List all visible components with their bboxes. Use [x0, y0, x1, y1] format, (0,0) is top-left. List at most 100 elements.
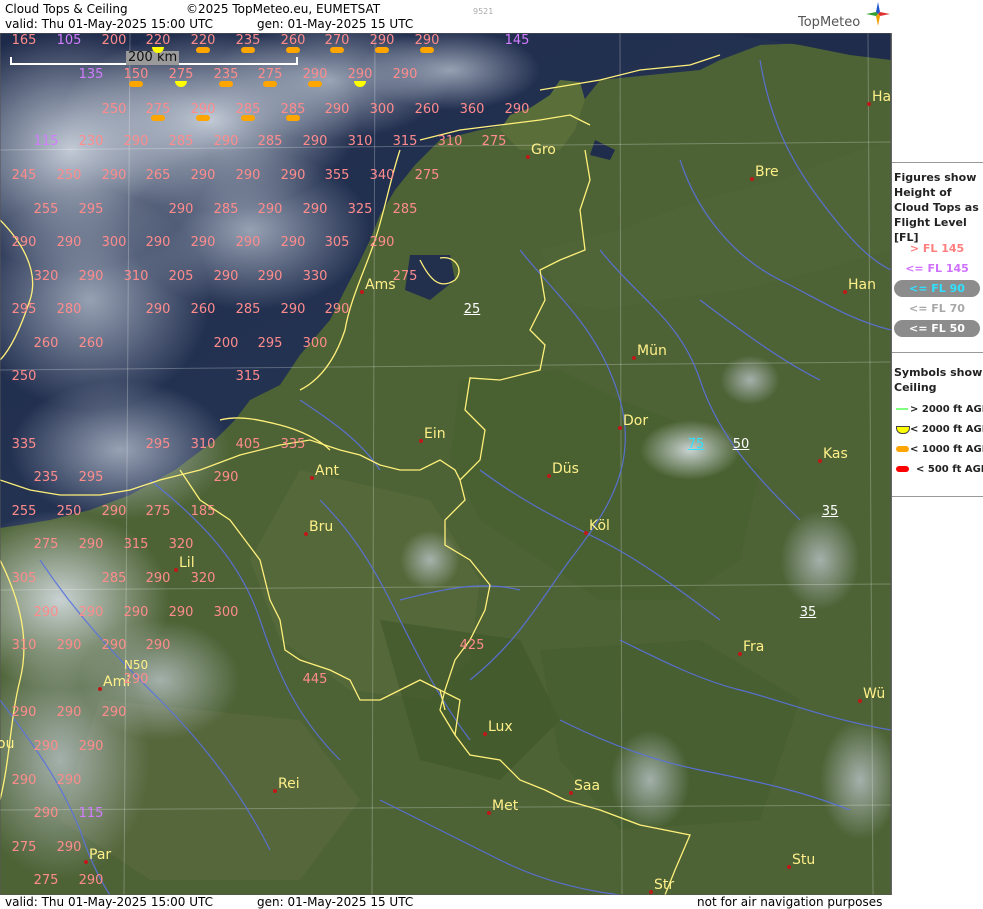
city-marker	[569, 791, 573, 795]
cloud-top-value: 290	[257, 202, 283, 217]
cloud-top-value: 290	[101, 638, 127, 653]
city-marker	[310, 476, 314, 480]
city-label: Str	[654, 877, 675, 893]
city-label: Lil	[179, 555, 195, 571]
satellite-map[interactable]: 200 km Gro Bre Ha Ams Han Mün Dor Ein Kas Ant Düs B…	[0, 33, 892, 895]
city-label: Gro	[531, 142, 556, 158]
cloud-top-value: 320	[33, 269, 59, 284]
cloud-top-value: 315	[123, 537, 149, 552]
cloud-top-value: 185	[190, 504, 216, 519]
city-label: Köl	[589, 518, 610, 534]
cloud-top-value: 285	[235, 302, 261, 317]
cloud-top-value: 290	[33, 605, 59, 620]
cloud-top-value: 290	[280, 168, 306, 183]
cloud-top-value: 290	[33, 739, 59, 754]
ceiling-above-2000ft-icon	[896, 408, 908, 410]
cloud-top-value: 275	[392, 269, 418, 284]
compass-logo-icon	[866, 2, 890, 26]
cloud-top-value: 300	[213, 605, 239, 620]
cloud-top-value: 295	[257, 336, 283, 351]
cloud-top-value: 405	[235, 437, 261, 452]
ceiling-legend-label: < 500 ft AGL	[916, 464, 983, 475]
cloud-top-value: 105	[56, 33, 82, 48]
cloud-top-value: 290	[11, 235, 37, 250]
city-label: Stu	[792, 852, 816, 868]
cloud-top-value: 290	[414, 33, 440, 48]
copyright: ©2025 TopMeteo.eu, EUMETSAT	[186, 2, 381, 16]
city-marker	[618, 426, 622, 430]
cloud-top-value: 220	[145, 33, 171, 48]
legend-panel: Figures show Height of Cloud Tops as Fli…	[892, 0, 983, 909]
city-marker	[273, 789, 277, 793]
cloud-top-value: 285	[280, 102, 306, 117]
city-marker	[547, 474, 551, 478]
cloud-top-value: 285	[257, 134, 283, 149]
city-marker	[487, 811, 491, 815]
cloud-top-value: 245	[11, 168, 37, 183]
cloud-top-value: 300	[369, 102, 395, 117]
scale-bar-label: 200 km	[126, 50, 180, 65]
cloud-top-value: 165	[11, 33, 37, 48]
image-code: 9521	[473, 7, 494, 16]
cloud-top-value: 290	[78, 269, 104, 284]
cloud-top-value: 290	[78, 739, 104, 754]
city-label: Saa	[574, 778, 601, 794]
cloud-top-value: 290	[123, 134, 149, 149]
cloud-top-value: 270	[324, 33, 350, 48]
cloud-top-value: 150	[123, 67, 149, 82]
city-marker	[84, 860, 88, 864]
map-title: Cloud Tops & Ceiling	[5, 2, 128, 16]
ceiling-below-2000ft-icon	[896, 426, 910, 434]
cloud-top-value: 275	[414, 168, 440, 183]
cloud-top-value: 200	[101, 33, 127, 48]
cloud-top-value: 290	[56, 638, 82, 653]
cloud-top-value: 290	[78, 605, 104, 620]
cloud-top-value: 260	[78, 336, 104, 351]
cloud-top-value: 275	[33, 537, 59, 552]
ceiling-below-500ft-icon	[896, 466, 909, 472]
cloud-top-value: 290	[280, 302, 306, 317]
cloud-top-value: 360	[459, 102, 485, 117]
cloud-top-value: 285	[392, 202, 418, 217]
generated-time: gen: 01-May-2025 15 UTC	[257, 17, 414, 31]
ceiling-below-1000ft-icon	[896, 446, 909, 452]
cloud-top-value: 205	[168, 269, 194, 284]
cloud-top-value: 145	[504, 33, 530, 48]
cloud-top-value: 290	[101, 705, 127, 720]
city-label: Wü	[863, 686, 886, 702]
tops-legend-item: > FL 145	[909, 242, 965, 255]
cloud-top-value: 290	[190, 168, 216, 183]
cloud-top-value: 290	[235, 235, 261, 250]
cloud-top-value: 290	[145, 638, 171, 653]
cloud-top-value: 285	[235, 102, 261, 117]
cloud-top-value: 290	[168, 202, 194, 217]
cloud-top-value: 290	[392, 67, 418, 82]
cloud-top-value: 275	[33, 873, 59, 888]
cloud-top-value: 275	[11, 840, 37, 855]
cloud-top-value: 320	[190, 571, 216, 586]
city-marker	[858, 699, 862, 703]
cloud-top-value: 260	[414, 102, 440, 117]
cloud-top-value: 335	[11, 437, 37, 452]
cloud-top-value: 290	[302, 67, 328, 82]
city-label: Han	[848, 277, 876, 293]
cloud-top-value: 295	[11, 302, 37, 317]
city-marker	[483, 732, 487, 736]
cloud-top-value: 290	[257, 269, 283, 284]
city-label: Bre	[755, 164, 779, 180]
cloud-top-value: 290	[213, 134, 239, 149]
map-background	[0, 33, 891, 895]
cloud-top-value: 295	[78, 202, 104, 217]
city-marker	[843, 290, 847, 294]
cloud-top-value: 135	[78, 67, 104, 82]
cloud-top-value: 300	[302, 336, 328, 351]
cloud-top-value: 315	[392, 134, 418, 149]
cloud-top-value: 355	[324, 168, 350, 183]
cloud-top-value: 340	[369, 168, 395, 183]
cloud-top-value: 25	[463, 302, 481, 317]
cloud-top-value: 305	[11, 571, 37, 586]
cloud-top-value: 295	[145, 437, 171, 452]
cloud-top-value: 290	[280, 235, 306, 250]
city-label: Lux	[488, 719, 513, 735]
cloud-top-value: 425	[459, 638, 485, 653]
